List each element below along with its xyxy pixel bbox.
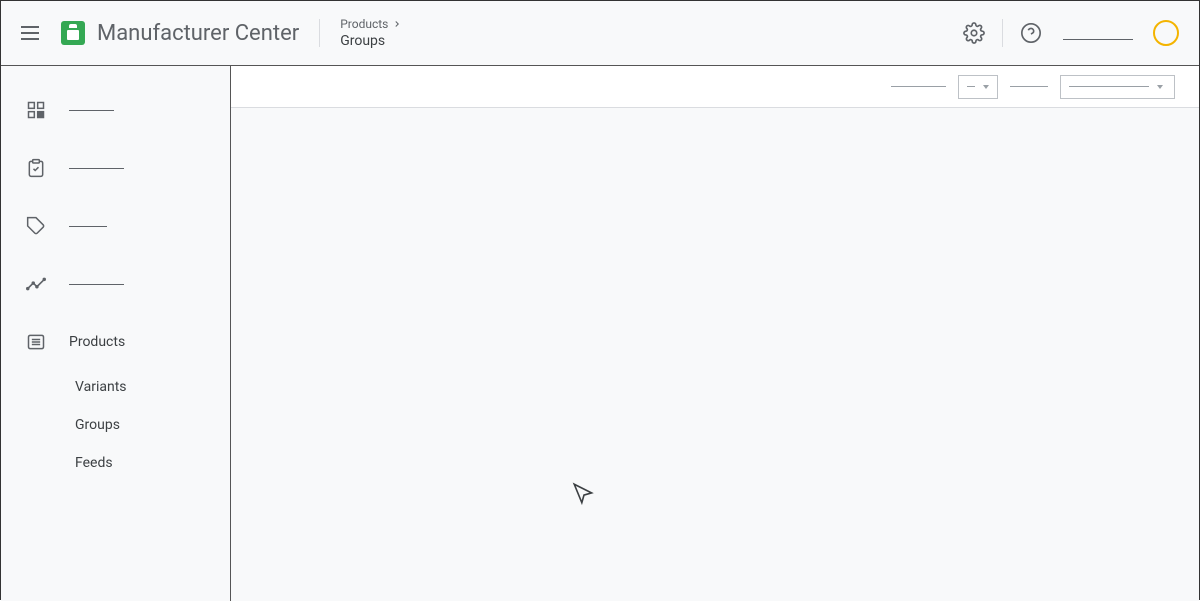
toolbar-select-small[interactable] xyxy=(958,75,998,99)
breadcrumb-current: Groups xyxy=(340,33,402,49)
list-icon xyxy=(25,331,47,353)
toolbar xyxy=(231,66,1199,108)
account-name-placeholder xyxy=(1063,39,1133,40)
sidebar-item-label: Products xyxy=(69,334,125,350)
header-icon-divider xyxy=(1002,19,1003,47)
app-logo-icon xyxy=(61,21,85,45)
sidebar: Products Variants Groups Feeds xyxy=(1,66,231,601)
sidebar-item-chart[interactable] xyxy=(1,264,230,304)
breadcrumb: Products Groups xyxy=(340,17,402,49)
toolbar-label xyxy=(891,86,946,87)
toolbar-label xyxy=(1010,86,1048,87)
settings-button[interactable] xyxy=(954,13,994,53)
tag-icon xyxy=(25,215,47,237)
chevron-down-icon xyxy=(1157,85,1163,89)
sidebar-item-label xyxy=(69,284,124,285)
help-button[interactable] xyxy=(1011,13,1051,53)
sidebar-item-products[interactable]: Products xyxy=(1,322,230,362)
sidebar-subitem-groups[interactable]: Groups xyxy=(1,406,230,444)
clipboard-icon xyxy=(25,157,47,179)
breadcrumb-parent[interactable]: Products xyxy=(340,17,402,31)
app-title: Manufacturer Center xyxy=(97,21,299,46)
sidebar-subitem-variants[interactable]: Variants xyxy=(1,368,230,406)
main-content xyxy=(231,66,1199,601)
header-divider xyxy=(319,19,320,47)
sidebar-item-label xyxy=(69,110,114,111)
gear-icon xyxy=(963,22,985,44)
chevron-right-icon xyxy=(392,19,402,29)
sidebar-item-tag[interactable] xyxy=(1,206,230,246)
help-icon xyxy=(1020,22,1042,44)
sidebar-item-label xyxy=(69,226,107,227)
menu-icon[interactable] xyxy=(21,21,45,45)
dashboard-icon xyxy=(25,99,47,121)
sidebar-item-label xyxy=(69,168,124,169)
sidebar-item-dashboard[interactable] xyxy=(1,90,230,130)
toolbar-select-large[interactable] xyxy=(1060,75,1175,99)
sidebar-subitem-feeds[interactable]: Feeds xyxy=(1,444,230,482)
chart-icon xyxy=(25,273,47,295)
chevron-down-icon xyxy=(983,85,989,89)
avatar[interactable] xyxy=(1153,20,1179,46)
sidebar-item-clipboard[interactable] xyxy=(1,148,230,188)
cursor-icon xyxy=(571,481,597,511)
header: Manufacturer Center Products Groups xyxy=(1,1,1199,66)
